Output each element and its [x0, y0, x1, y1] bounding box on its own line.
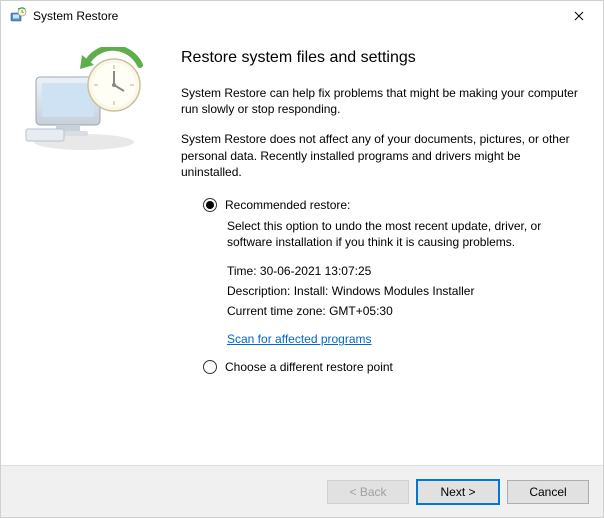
radio-choose-different[interactable]: [203, 360, 217, 374]
desc-value: Install: Windows Modules Installer: [294, 284, 475, 298]
titlebar: System Restore: [1, 1, 603, 31]
recommended-description: Select this option to undo the most rece…: [227, 218, 583, 250]
restore-illustration: [22, 47, 152, 157]
illustration-pane: [1, 31, 173, 465]
close-button[interactable]: [557, 1, 601, 31]
restore-description: Description: Install: Windows Modules In…: [227, 284, 583, 298]
back-button: < Back: [327, 480, 409, 504]
radio-recommended[interactable]: [203, 198, 217, 212]
option-recommended-restore[interactable]: Recommended restore:: [203, 198, 583, 212]
tz-value: GMT+05:30: [329, 304, 393, 318]
option-choose-different[interactable]: Choose a different restore point: [203, 360, 583, 374]
content-pane: Restore system files and settings System…: [173, 31, 603, 465]
page-heading: Restore system files and settings: [181, 49, 583, 67]
wizard-footer: < Back Next > Cancel: [1, 465, 603, 517]
intro-paragraph-1: System Restore can help fix problems tha…: [181, 85, 583, 117]
radio-choose-different-label: Choose a different restore point: [225, 360, 393, 374]
next-button[interactable]: Next >: [417, 480, 499, 504]
restore-timezone: Current time zone: GMT+05:30: [227, 304, 583, 318]
desc-label: Description:: [227, 284, 290, 298]
intro-paragraph-2: System Restore does not affect any of yo…: [181, 131, 583, 180]
window-title: System Restore: [33, 9, 118, 23]
tz-label: Current time zone:: [227, 304, 326, 318]
time-label: Time:: [227, 264, 257, 278]
restore-options: Recommended restore: Select this option …: [181, 198, 583, 374]
restore-time: Time: 30-06-2021 13:07:25: [227, 264, 583, 278]
system-restore-icon: [9, 7, 27, 25]
close-icon: [574, 11, 584, 21]
radio-recommended-label: Recommended restore:: [225, 198, 350, 212]
scan-affected-programs-link[interactable]: Scan for affected programs: [227, 332, 372, 346]
wizard-body: Restore system files and settings System…: [1, 31, 603, 465]
time-value: 30-06-2021 13:07:25: [260, 264, 371, 278]
cancel-button[interactable]: Cancel: [507, 480, 589, 504]
